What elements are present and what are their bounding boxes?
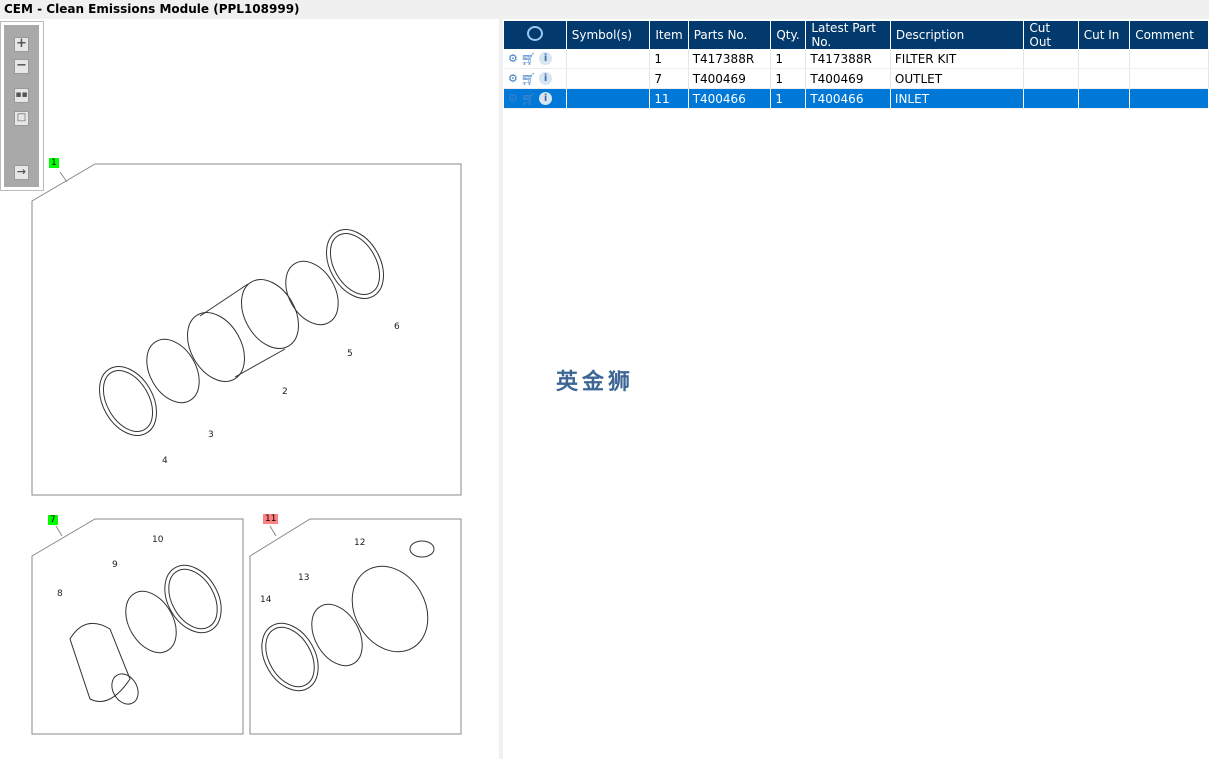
cell-part: T400469 [688, 68, 772, 89]
cell-qty: 1 [770, 68, 807, 89]
cell-part: T417388R [688, 49, 772, 69]
table-row[interactable]: ⚙ 🛒︎ i 1 T417388R 1 T417388R FILTER KIT [504, 49, 1209, 69]
cart-icon[interactable]: 🛒︎ [521, 92, 536, 106]
callout-12: 12 [354, 538, 366, 548]
cell-latest: T400466 [805, 88, 891, 109]
callout-5: 5 [347, 349, 353, 359]
cell-part: T400466 [688, 88, 772, 109]
cell-latest: T400469 [805, 68, 891, 89]
gears-icon[interactable]: ⚙ [508, 92, 518, 105]
parts-table: Symbol(s) Item Parts No. Qty. Latest Par… [504, 21, 1209, 109]
callout-6: 6 [394, 322, 400, 332]
column-parts-no[interactable]: Parts No. [688, 21, 772, 49]
cell-symbols [566, 68, 651, 89]
cell-qty: 1 [770, 88, 807, 109]
cell-item: 1 [649, 49, 689, 69]
search-icon[interactable] [526, 26, 543, 41]
row-actions: ⚙ 🛒︎ i [504, 88, 567, 109]
exploded-view-drawing [31, 163, 462, 735]
cell-item: 11 [649, 88, 689, 109]
column-cut-out[interactable]: Cut Out [1023, 21, 1079, 49]
cell-desc: OUTLET [890, 68, 1025, 89]
callout-2: 2 [282, 387, 288, 397]
cell-qty: 1 [770, 49, 807, 69]
cell-cutout [1023, 68, 1079, 89]
info-icon[interactable]: i [539, 52, 553, 65]
column-qty[interactable]: Qty. [770, 21, 807, 49]
info-icon[interactable]: i [539, 92, 553, 105]
callout-3: 3 [208, 430, 214, 440]
gears-icon[interactable]: ⚙ [508, 52, 518, 65]
column-symbols[interactable]: Symbol(s) [566, 21, 651, 49]
cell-symbols [566, 88, 651, 109]
cell-cutin [1078, 88, 1131, 109]
column-item[interactable]: Item [649, 21, 689, 49]
diagram-pane[interactable]: + − ▪▪ □ → 1 7 11 2 3 4 5 6 8 9 10 12 13… [0, 19, 499, 759]
column-description[interactable]: Description [890, 21, 1025, 49]
cell-cutout [1023, 49, 1079, 69]
callout-10: 10 [152, 535, 164, 545]
watermark: 英金狮 [556, 370, 635, 395]
cell-desc: FILTER KIT [890, 49, 1025, 69]
cell-cutin [1078, 68, 1131, 89]
info-icon[interactable]: i [539, 72, 553, 85]
table-row[interactable]: ⚙ 🛒︎ i 7 T400469 1 T400469 OUTLET [504, 68, 1209, 89]
cell-item: 7 [649, 68, 689, 89]
row-actions: ⚙ 🛒︎ i [504, 68, 567, 89]
cell-desc: INLET [890, 88, 1025, 109]
cell-cutin [1078, 49, 1131, 69]
cell-symbols [566, 49, 651, 69]
window-title: CEM - Clean Emissions Module (PPL108999) [0, 0, 1209, 19]
callout-13: 13 [298, 573, 310, 583]
callout-8: 8 [57, 589, 63, 599]
callout-9: 9 [112, 560, 118, 570]
table-row[interactable]: ⚙ 🛒︎ i 11 T400466 1 T400466 INLET [504, 88, 1209, 109]
cart-icon[interactable]: 🛒︎ [521, 52, 536, 66]
column-latest-part-no[interactable]: Latest Part No. [805, 21, 891, 49]
cell-cutout [1023, 88, 1079, 109]
column-cut-in[interactable]: Cut In [1078, 21, 1131, 49]
gears-icon[interactable]: ⚙ [508, 72, 518, 85]
cell-comment [1129, 49, 1209, 69]
cell-comment [1129, 88, 1209, 109]
column-search[interactable] [504, 21, 567, 49]
callout-4: 4 [162, 456, 168, 466]
callout-14: 14 [260, 595, 272, 605]
column-comment[interactable]: Comment [1129, 21, 1209, 49]
row-actions: ⚙ 🛒︎ i [504, 49, 567, 69]
parts-list-pane: Symbol(s) Item Parts No. Qty. Latest Par… [503, 19, 1209, 759]
cell-comment [1129, 68, 1209, 89]
cell-latest: T417388R [805, 49, 891, 69]
cart-icon[interactable]: 🛒︎ [521, 72, 536, 86]
